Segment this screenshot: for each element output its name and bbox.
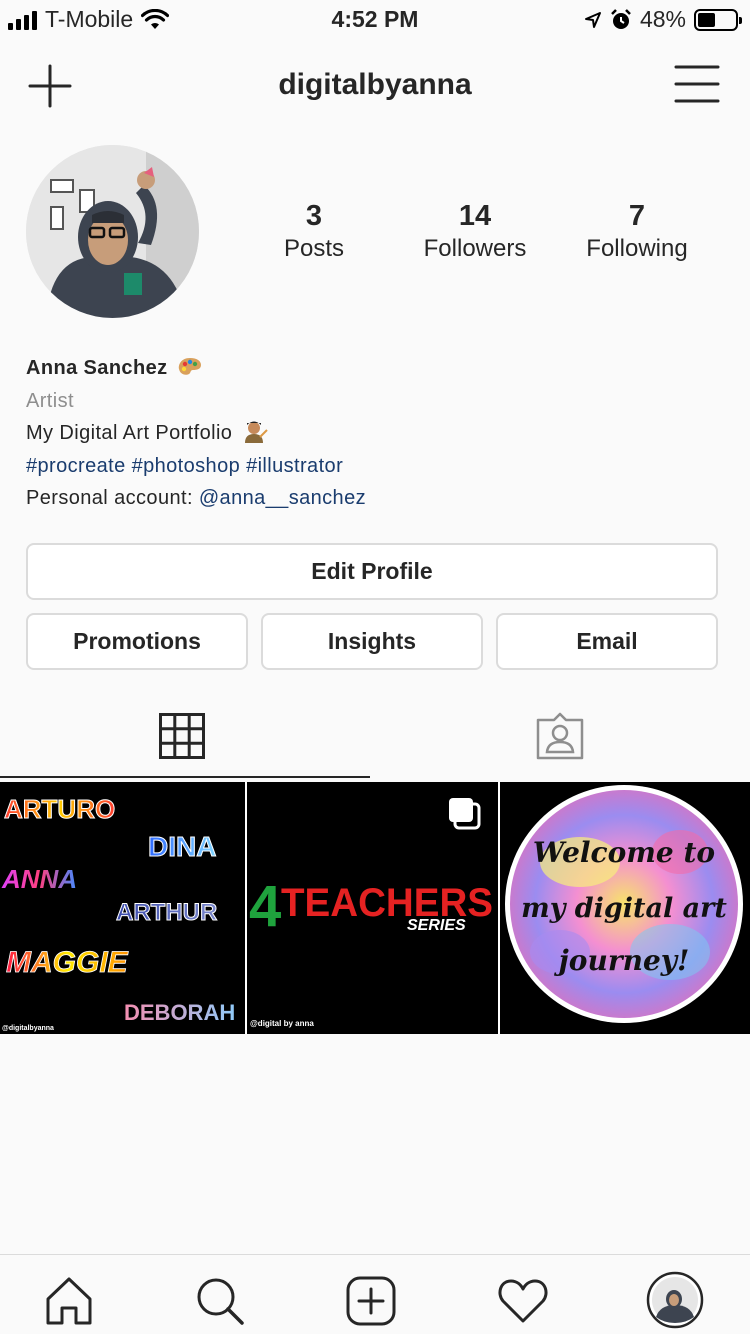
profile-username[interactable]: digitalbyanna	[0, 68, 750, 102]
post-line-1: Welcome to	[533, 836, 715, 869]
post-line-2: my digital art	[521, 893, 727, 924]
nav-new-post[interactable]	[345, 1275, 397, 1327]
palette-emoji-icon	[179, 358, 202, 375]
battery-percent: 48%	[639, 6, 686, 32]
profile-category: Artist	[26, 389, 74, 412]
post-teachers-artwork: 4 TEACHERS SERIES @digital by anna	[249, 798, 493, 1028]
home-icon	[46, 1277, 92, 1325]
post-name-4: ARTHUR	[116, 899, 217, 926]
promotions-button[interactable]: Promotions	[26, 613, 248, 670]
stat-following-label: Following	[586, 235, 688, 262]
profile-header: digitalbyanna	[0, 50, 750, 120]
post-credit: @digitalbyanna	[2, 1025, 54, 1032]
artist-emoji-icon	[245, 421, 269, 443]
profile-bio-text: My Digital Art Portfolio	[26, 422, 233, 444]
carousel-icon	[449, 798, 481, 830]
post-subtitle: SERIES	[407, 917, 466, 934]
profile-name: Anna Sanchez	[26, 357, 168, 379]
stat-followers-count: 14	[458, 200, 492, 232]
search-icon	[197, 1278, 244, 1325]
email-button[interactable]: Email	[496, 613, 718, 670]
nav-search[interactable]	[194, 1275, 246, 1327]
new-post-icon	[346, 1276, 396, 1326]
stat-following[interactable]: 7 Following	[557, 200, 717, 263]
personal-account-link[interactable]: @anna__sanchez	[199, 487, 366, 509]
post-credit: @digital by anna	[250, 1019, 314, 1028]
stat-posts-count: 3	[305, 200, 323, 232]
post-line-3: journey!	[554, 944, 690, 977]
profile-hashtags[interactable]: #procreate #photoshop #illustrator	[26, 450, 726, 483]
stat-followers[interactable]: 14 Followers	[395, 200, 555, 263]
profile-tabs	[0, 700, 750, 782]
profile-avatar[interactable]	[26, 145, 199, 318]
post-name-1: ARTURO	[4, 794, 115, 824]
stat-posts[interactable]: 3 Posts	[234, 200, 394, 263]
nav-home[interactable]	[43, 1275, 95, 1327]
stat-posts-label: Posts	[283, 235, 345, 262]
nav-profile[interactable]	[646, 1271, 704, 1329]
post-tile[interactable]: 4 TEACHERS SERIES @digital by anna	[247, 782, 498, 1034]
post-name-5: MAGGIE	[6, 946, 129, 979]
alarm-icon	[611, 8, 631, 29]
avatar-illustration	[26, 145, 199, 318]
post-name-6: DEBORAH	[124, 1000, 235, 1025]
battery-fill	[698, 12, 716, 27]
menu-button[interactable]	[674, 64, 720, 104]
post-name-3: ANNA	[1, 864, 77, 894]
profile-avatar	[646, 1271, 704, 1329]
stat-following-count: 7	[628, 200, 646, 232]
tab-grid[interactable]	[0, 700, 370, 776]
active-tab-indicator	[0, 776, 370, 778]
personal-account-label: Personal account:	[26, 487, 199, 509]
hamburger-menu-icon	[674, 65, 720, 103]
post-names-artwork: ARTURO DINA ANNA ARTHUR MAGGIE DEBORAH @…	[1, 794, 235, 1033]
tab-tagged[interactable]	[380, 700, 750, 776]
post-tile[interactable]: Welcome to my digital art journey!	[500, 782, 750, 1034]
bottom-nav	[0, 1254, 750, 1334]
edit-profile-button[interactable]: Edit Profile	[26, 543, 718, 600]
tagged-person-icon	[536, 712, 584, 760]
status-bar: T-Mobile 4:52 PM 48%	[0, 0, 750, 40]
post-number: 4	[249, 874, 281, 939]
heart-icon	[498, 1279, 548, 1323]
nav-activity[interactable]	[497, 1275, 549, 1327]
profile-bio: Anna Sanchez Artist My Digital Art Portf…	[26, 352, 726, 515]
post-name-2: DINA	[148, 831, 216, 862]
grid-icon	[159, 713, 205, 759]
battery-icon	[694, 8, 742, 31]
post-grid: ARTURO DINA ANNA ARTHUR MAGGIE DEBORAH @…	[0, 782, 750, 1034]
stat-followers-label: Followers	[423, 235, 527, 262]
location-arrow-icon	[584, 11, 601, 28]
profile-stats: 3 Posts 14 Followers 7 Following	[230, 200, 730, 280]
status-bar-right: 48%	[584, 6, 742, 33]
insights-button[interactable]: Insights	[261, 613, 483, 670]
post-welcome-artwork: Welcome to my digital art journey!	[505, 785, 743, 1023]
post-tile[interactable]: ARTURO DINA ANNA ARTHUR MAGGIE DEBORAH @…	[0, 782, 245, 1034]
